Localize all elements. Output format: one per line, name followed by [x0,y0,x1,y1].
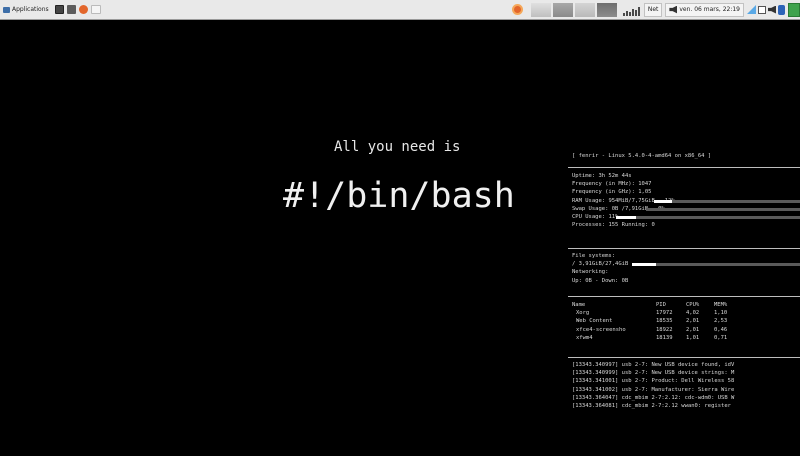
log-line: [13343.341001] usb 2-7: Product: Dell Wi… [572,378,735,385]
volume-icon [669,5,678,14]
cpu-usage-fill [616,215,637,219]
display-icon[interactable] [758,5,766,14]
firefox-launcher-icon[interactable] [78,5,88,14]
networking-title: Networking: [572,269,609,276]
workspace-switcher[interactable] [90,5,101,14]
networking-rates: Up: 0B - Down: 0B [572,277,629,284]
table-row: Xorg 17972 4,02 1,10 [576,310,728,317]
log-line: [13343.340997] usb 2-7: New USB device f… [572,362,735,368]
stat-swap: Swap Usage: 0B /7,91GiB - 0% [572,205,800,213]
log-line: [13343.364081] cdc_mbim 2-7:2.12 wwan0: … [572,402,731,409]
kernel-log: [13343.340997] usb 2-7: New USB device f… [572,361,800,410]
process-table: Name PID CPU% MEM% Xorg 17972 4,02 1,10 … [572,301,800,342]
load-graph-widget[interactable] [596,2,617,17]
top-panel: Applications Net ven. 06 mars, 22:19 [0,0,800,20]
col-header-mem: MEM% [714,302,728,308]
clock-widget[interactable]: ven. 06 mars, 22:19 [665,2,744,17]
system-monitor: [ fenrir - Linux 5.4.0-4-amd64 on x86_64… [568,148,800,428]
filesystem-section: File systems: / 3,91GiB/27,4GiB Networki… [572,252,800,285]
network-monitor-label: Net [647,6,659,13]
stat-ram: RAM Usage: 954MiB/7,75GiB - 12% [572,197,800,205]
bluetooth-icon[interactable] [778,4,785,15]
applications-menu-label: Applications [12,6,49,13]
table-row: xfwm4 18139 1,01 0,71 [576,334,728,341]
log-line: [13343.364047] cdc_mbim 2-7:2.12: cdc-wd… [572,394,735,401]
memory-graph-widget[interactable] [552,2,573,17]
process-table-header: Name PID CPU% MEM% [572,301,742,309]
swap-graph-widget[interactable] [574,2,595,17]
applications-menu-button[interactable]: Applications [0,2,52,18]
stat-cpu: CPU Usage: 11% [572,213,800,221]
firefox-tray-icon[interactable] [511,4,523,15]
process-table-grid: Name PID CPU% MEM% Xorg 17972 4,02 1,10 … [572,301,742,342]
session-menu-button[interactable] [788,2,800,17]
filesystem-root: / 3,91GiB/27,4GiB [572,260,800,268]
log-line: [13343.341002] usb 2-7: Manufacturer: Si… [572,386,735,393]
filesystem-usage-fill [632,263,656,267]
divider [568,357,800,358]
stat-uptime: Uptime: 3h 52m 44s [572,173,632,179]
table-row: Web Content 18535 2,01 2,53 [576,318,728,325]
applications-menu-icon [3,6,10,13]
stat-frequency-ghz: Frequency (in GHz): 1,05 [572,189,652,196]
ram-usage-fill [654,199,672,203]
log-line: [13343.340999] usb 2-7: New USB device s… [572,370,735,377]
desktop-tagline: All you need is [334,139,461,155]
network-activity-bars[interactable] [622,4,640,16]
divider [568,248,800,249]
swap-usage-bar [646,207,800,211]
clock-text: ven. 06 mars, 22:19 [679,6,740,13]
wifi-signal-icon[interactable] [747,5,756,14]
table-row: xfce4-screensho 18922 2,01 0,46 [576,326,728,333]
stat-frequency-mhz: Frequency (in MHz): 1047 [572,181,652,188]
system-stats: Uptime: 3h 52m 44s Frequency (in MHz): 1… [572,172,800,229]
speaker-icon[interactable] [768,5,776,14]
terminal-launcher-icon[interactable] [54,5,64,14]
network-monitor[interactable]: Net [643,2,663,17]
col-header-pid: PID [656,302,666,308]
cpu-usage-bar [616,215,800,219]
cpu-graph-widget[interactable] [530,2,551,17]
filesystem-usage-bar [632,263,800,267]
col-header-name: Name [572,302,586,308]
file-manager-launcher-icon[interactable] [66,5,76,14]
filesystems-title: File systems: [572,253,616,259]
monitor-header: [ fenrir - Linux 5.4.0-4-amd64 on x86_64… [572,153,712,159]
divider [568,296,800,297]
col-header-cpu: CPU% [686,302,700,308]
ram-usage-bar [654,199,800,203]
divider [568,167,800,168]
stat-processes: Processes: 155 Running: 0 [572,222,655,229]
desktop-shebang: #!/bin/bash [283,176,515,216]
